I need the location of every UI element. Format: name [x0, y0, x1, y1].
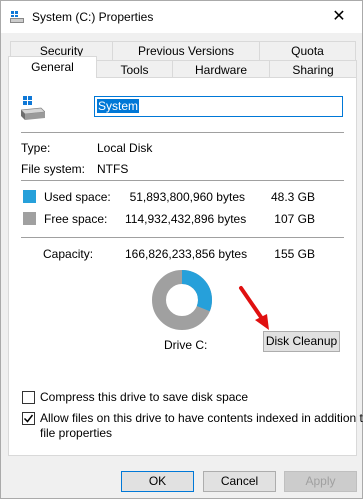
ok-button[interactable]: OK [121, 471, 194, 492]
type-label: Type: [21, 141, 51, 155]
tab-general[interactable]: General [8, 56, 97, 78]
used-space-swatch [23, 190, 36, 203]
compress-checkbox[interactable] [22, 391, 35, 404]
used-space-bytes: 51,893,800,960 bytes [129, 190, 245, 204]
type-value: Local Disk [97, 141, 153, 155]
window-title: System (C:) Properties [32, 10, 154, 24]
index-label-line1: Allow files on this drive to have conten… [40, 411, 363, 425]
drive-name-value: System [97, 99, 140, 113]
free-space-bytes: 114,932,432,896 bytes [125, 212, 247, 226]
tab-previous-versions[interactable]: Previous Versions [112, 41, 260, 60]
divider [21, 132, 344, 133]
disk-cleanup-button[interactable]: Disk Cleanup [263, 331, 340, 352]
file-system-value: NTFS [97, 162, 129, 176]
drive-label: Drive C: [164, 338, 208, 352]
capacity-size: 155 GB [274, 247, 315, 261]
drive-title-icon [10, 11, 24, 23]
checkmark-icon [23, 414, 34, 423]
index-checkbox[interactable] [22, 412, 35, 425]
tab-quota[interactable]: Quota [259, 41, 356, 60]
free-space-swatch [23, 212, 36, 225]
drive-name-field[interactable]: System [94, 96, 343, 117]
compress-label: Compress this drive to save disk space [40, 390, 249, 404]
divider [21, 180, 344, 181]
used-space-size: 48.3 GB [270, 190, 315, 204]
free-space-label: Free space: [44, 212, 108, 226]
used-space-label: Used space: [44, 190, 111, 204]
arrow-pointer-icon [239, 286, 269, 330]
properties-window: System (C:) Properties ✕ Security Previo… [0, 0, 363, 499]
capacity-label: Capacity: [43, 247, 94, 261]
title-bar[interactable]: System (C:) Properties ✕ [1, 1, 362, 33]
file-system-label: File system: [21, 162, 86, 176]
drive-icon [21, 96, 45, 120]
disk-usage-donut [152, 270, 212, 330]
index-label-line2: file properties [40, 426, 113, 440]
capacity-bytes: 166,826,233,856 bytes [125, 247, 248, 261]
close-icon[interactable]: ✕ [316, 1, 362, 32]
cancel-button[interactable]: Cancel [203, 471, 276, 492]
apply-button[interactable]: Apply [284, 471, 357, 492]
divider [21, 237, 344, 238]
free-space-size: 107 GB [274, 212, 315, 226]
